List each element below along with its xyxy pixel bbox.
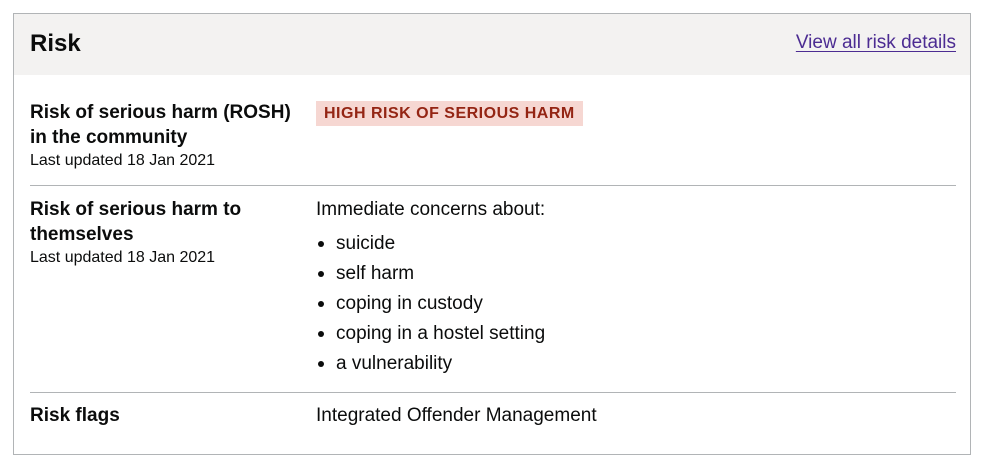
summary-value-risk-flags: Integrated Offender Management bbox=[316, 403, 956, 428]
concerns-list: suicide self harm coping in custody copi… bbox=[316, 231, 956, 376]
list-item: self harm bbox=[316, 261, 956, 286]
concern-text: a vulnerability bbox=[336, 353, 453, 374]
list-item: a vulnerability bbox=[316, 351, 956, 376]
summary-list: Risk of serious harm (ROSH) in the commu… bbox=[30, 74, 956, 453]
summary-value-rosh: HIGH RISK OF SERIOUS HARM bbox=[316, 100, 956, 126]
self-harm-label: Risk of serious harm to themselves bbox=[30, 199, 242, 245]
card-title: Risk bbox=[30, 30, 81, 57]
card-header: Risk View all risk details bbox=[14, 14, 970, 75]
list-item: coping in custody bbox=[316, 291, 956, 316]
bullet-icon bbox=[318, 361, 324, 367]
concern-text: coping in custody bbox=[336, 293, 483, 314]
rosh-label: Risk of serious harm (ROSH) in the commu… bbox=[30, 102, 291, 148]
summary-row-self-harm: Risk of serious harm to themselves Last … bbox=[30, 186, 956, 393]
risk-summary-card: Risk View all risk details Risk of serio… bbox=[13, 13, 971, 455]
rosh-status-tag: HIGH RISK OF SERIOUS HARM bbox=[316, 101, 583, 126]
list-item: suicide bbox=[316, 231, 956, 256]
self-harm-last-updated: Last updated 18 Jan 2021 bbox=[30, 249, 216, 266]
summary-key-self-harm: Risk of serious harm to themselves Last … bbox=[30, 197, 300, 268]
concerns-intro: Immediate concerns about: bbox=[316, 199, 546, 220]
summary-key-rosh: Risk of serious harm (ROSH) in the commu… bbox=[30, 100, 300, 171]
summary-value-self-harm: Immediate concerns about: suicide self h… bbox=[316, 197, 956, 381]
bullet-icon bbox=[318, 301, 324, 307]
list-item: coping in a hostel setting bbox=[316, 321, 956, 346]
risk-flags-label: Risk flags bbox=[30, 405, 120, 426]
rosh-last-updated: Last updated 18 Jan 2021 bbox=[30, 152, 216, 169]
concern-text: suicide bbox=[336, 233, 396, 254]
view-all-risk-details-link[interactable]: View all risk details bbox=[796, 31, 956, 55]
bullet-icon bbox=[318, 241, 324, 247]
bullet-icon bbox=[318, 271, 324, 277]
bullet-icon bbox=[318, 331, 324, 337]
risk-flag-value: Integrated Offender Management bbox=[316, 405, 597, 426]
summary-key-risk-flags: Risk flags bbox=[30, 403, 300, 428]
summary-row-risk-flags: Risk flags Integrated Offender Managemen… bbox=[30, 393, 956, 453]
concern-text: coping in a hostel setting bbox=[336, 323, 546, 344]
concern-text: self harm bbox=[336, 263, 415, 284]
summary-row-rosh: Risk of serious harm (ROSH) in the commu… bbox=[30, 74, 956, 186]
